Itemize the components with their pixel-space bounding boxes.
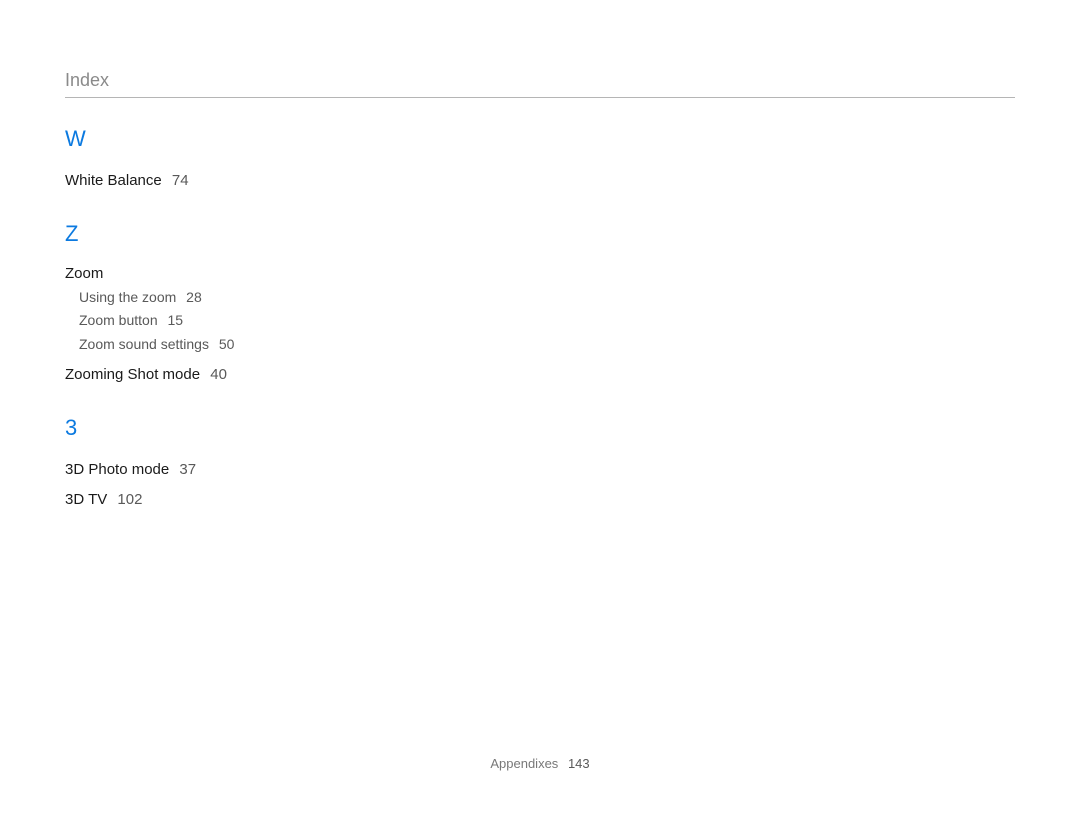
index-entry-label: Zooming Shot mode xyxy=(65,366,200,383)
page-header-title: Index xyxy=(65,70,1015,98)
index-entry-white-balance: White Balance 74 xyxy=(65,170,1015,193)
index-entries-z: Zoom Using the zoom 28 Zoom button 15 Zo… xyxy=(65,265,1015,387)
index-subentry-page: 50 xyxy=(219,336,235,352)
index-subentry-label: Zoom sound settings xyxy=(79,336,209,352)
index-entry-page: 37 xyxy=(179,461,196,478)
index-entry-page: 74 xyxy=(172,172,189,189)
index-entry-zoom-heading: Zoom xyxy=(65,265,1015,282)
index-entry-page: 102 xyxy=(117,491,142,508)
index-subentry-page: 28 xyxy=(186,289,202,305)
page-footer: Appendixes 143 xyxy=(0,756,1080,771)
index-entry-3d-tv: 3D TV 102 xyxy=(65,489,1015,512)
index-entry-label: White Balance xyxy=(65,172,162,189)
index-subentry-zoom-sound-settings: Zoom sound settings 50 xyxy=(79,335,1015,355)
index-entry-label: 3D Photo mode xyxy=(65,461,169,478)
index-entry-label: 3D TV xyxy=(65,491,107,508)
index-subentry-label: Zoom button xyxy=(79,312,158,328)
index-entries-3: 3D Photo mode 37 3D TV 102 xyxy=(65,459,1015,512)
index-subentry-label: Using the zoom xyxy=(79,289,176,305)
index-subentry-using-the-zoom: Using the zoom 28 xyxy=(79,288,1015,308)
footer-section-label: Appendixes xyxy=(490,756,558,771)
index-entry-zooming-shot-mode: Zooming Shot mode 40 xyxy=(65,364,1015,387)
index-section-letter-w: W xyxy=(65,126,1015,152)
index-subentry-zoom-button: Zoom button 15 xyxy=(79,311,1015,331)
footer-page-number: 143 xyxy=(568,756,590,771)
index-section-letter-z: Z xyxy=(65,221,1015,247)
index-subentry-page: 15 xyxy=(168,312,184,328)
index-entries-w: White Balance 74 xyxy=(65,170,1015,193)
index-section-letter-3: 3 xyxy=(65,415,1015,441)
index-entry-3d-photo-mode: 3D Photo mode 37 xyxy=(65,459,1015,482)
index-entry-page: 40 xyxy=(210,366,227,383)
